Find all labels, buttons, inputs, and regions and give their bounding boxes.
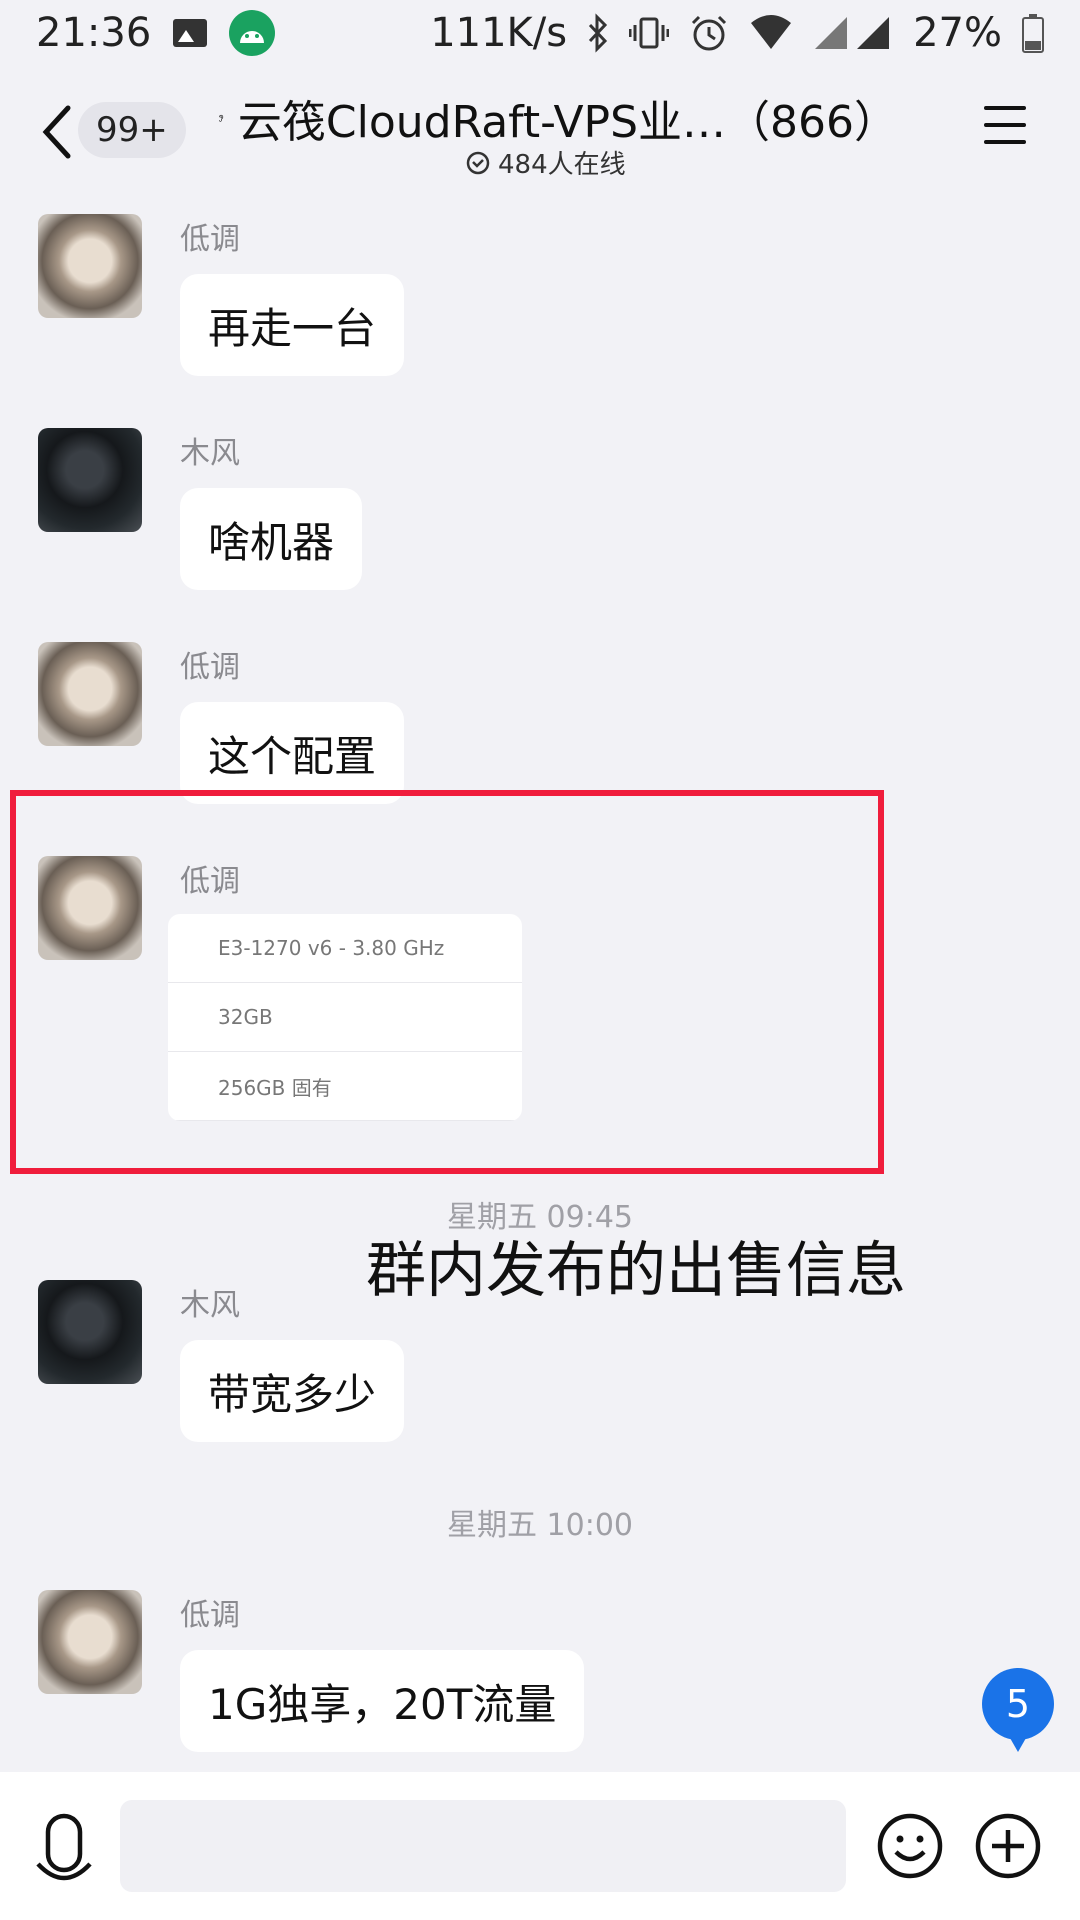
more-button[interactable] [974,1812,1042,1880]
back-button[interactable] [38,102,78,162]
menu-button[interactable] [984,106,1026,146]
message-bubble[interactable]: 这个配置 [180,702,405,804]
sender-name: 木风 [180,1288,240,1323]
input-bar [0,1772,1080,1920]
chat-title-row[interactable]: 云筏CloudRaft-VPS业…（866） [218,86,898,150]
chevron-left-icon [42,105,71,159]
check-circle-icon [466,151,490,174]
message-bubble[interactable]: 再走一台 [180,274,405,376]
alarm-icon [692,15,727,51]
menu-line [984,123,1026,127]
sender-name: 低调 [180,1598,240,1633]
battery-level: 27% [913,10,1002,56]
chat-header: 99+ 云筏CloudRaft-VPS业…（866） 484人在线 [0,66,1080,196]
avatar[interactable] [38,214,142,318]
chat-title: 云筏CloudRaft-VPS业…（866） [237,97,898,148]
status-time: 21:36 [36,10,152,56]
sender-name: 低调 [180,222,240,257]
spec-ram: 32GB [168,983,522,1052]
menu-line [984,106,1026,110]
image-message[interactable]: E3-1270 v6 - 3.80 GHz 32GB 256GB 固有 [168,914,522,1121]
message-input[interactable] [120,1800,846,1892]
spec-disk: 256GB 固有 [168,1052,522,1121]
sender-name: 低调 [180,864,240,899]
status-bar: 21:36 111K/s 27% [0,0,1080,66]
menu-line [984,140,1026,144]
message-bubble[interactable]: 啥机器 [180,488,363,590]
plus-circle-icon [975,1813,1041,1879]
wifi-icon [751,15,792,49]
android-icon [229,10,276,56]
bluetooth-icon [588,13,608,53]
annotation-text: 群内发布的出售信息 [366,1236,906,1306]
ear-icon [219,114,224,122]
avatar[interactable] [38,1280,142,1384]
time-divider: 星期五 10:00 [447,1508,633,1543]
signal-icon [815,17,890,49]
microphone-icon [36,1813,92,1881]
battery-icon [1022,14,1044,53]
new-messages-badge[interactable]: 5 [982,1668,1054,1752]
message-bubble[interactable]: 带宽多少 [180,1340,405,1442]
online-count: 484人在线 [466,144,626,181]
vibrate-icon [629,17,670,49]
voice-button[interactable] [34,1812,94,1902]
avatar[interactable] [38,642,142,746]
unread-conversations-badge[interactable]: 99+ [78,102,186,158]
network-speed: 111K/s [430,10,568,56]
spec-cpu: E3-1270 v6 - 3.80 GHz [168,914,522,983]
smiley-icon [877,1813,943,1879]
avatar[interactable] [38,428,142,532]
avatar[interactable] [38,1590,142,1694]
sender-name: 低调 [180,650,240,685]
online-count-text: 484人在线 [498,150,626,180]
sender-name: 木风 [180,436,240,471]
emoji-button[interactable] [876,1812,944,1880]
message-bubble[interactable]: 1G独享，20T流量 [180,1650,585,1752]
avatar[interactable] [38,856,142,960]
gallery-icon [173,19,208,47]
